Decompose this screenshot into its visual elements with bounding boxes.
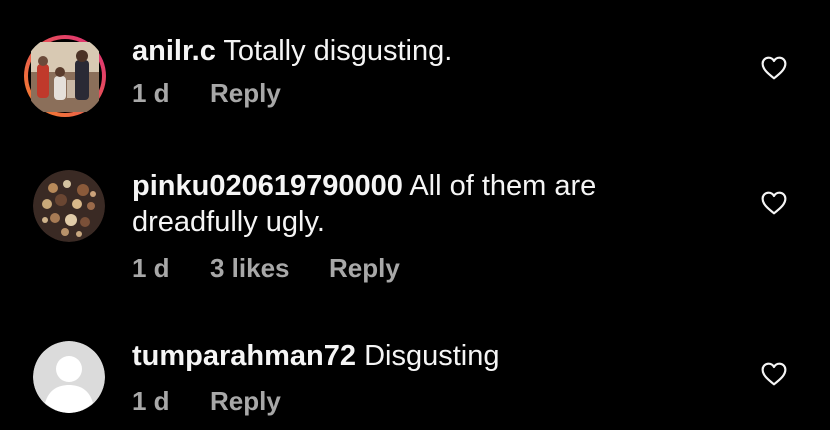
comment-username[interactable]: tumparahman72 xyxy=(132,340,356,372)
avatar-default-user-icon xyxy=(33,341,105,413)
reply-button[interactable]: Reply xyxy=(210,78,281,109)
comment-message: Totally disgusting. xyxy=(223,35,453,67)
comment-username[interactable]: pinku020619790000 xyxy=(132,170,403,202)
comment-likes[interactable]: 3 likes xyxy=(210,253,329,284)
comment-meta: 1 d Reply xyxy=(132,78,712,109)
avatar[interactable] xyxy=(33,341,105,413)
comment-username[interactable]: anilr.c xyxy=(132,35,216,67)
heart-icon[interactable] xyxy=(761,191,787,215)
avatar[interactable] xyxy=(23,34,107,118)
comment-time: 1 d xyxy=(132,386,170,416)
heart-icon[interactable] xyxy=(761,362,787,386)
comment-meta: 1 d Reply xyxy=(132,386,712,417)
avatar[interactable] xyxy=(33,170,105,242)
avatar-photo-ornament-icon xyxy=(33,170,105,242)
comment-time: 1 d xyxy=(132,253,170,283)
reply-button[interactable]: Reply xyxy=(210,386,281,417)
avatar-photo-family-icon xyxy=(24,35,106,117)
comment-message: Disgusting xyxy=(364,340,500,372)
comment-text: anilr.c Totally disgusting. xyxy=(132,33,712,69)
comment-text: tumparahman72 Disgusting xyxy=(132,338,712,374)
comment-meta: 1 d 3 likes Reply xyxy=(132,253,712,284)
comment-text: pinku020619790000 All of them are dreadf… xyxy=(132,168,712,240)
comment-time: 1 d xyxy=(132,78,170,108)
reply-button[interactable]: Reply xyxy=(329,253,400,284)
heart-icon[interactable] xyxy=(761,56,787,80)
